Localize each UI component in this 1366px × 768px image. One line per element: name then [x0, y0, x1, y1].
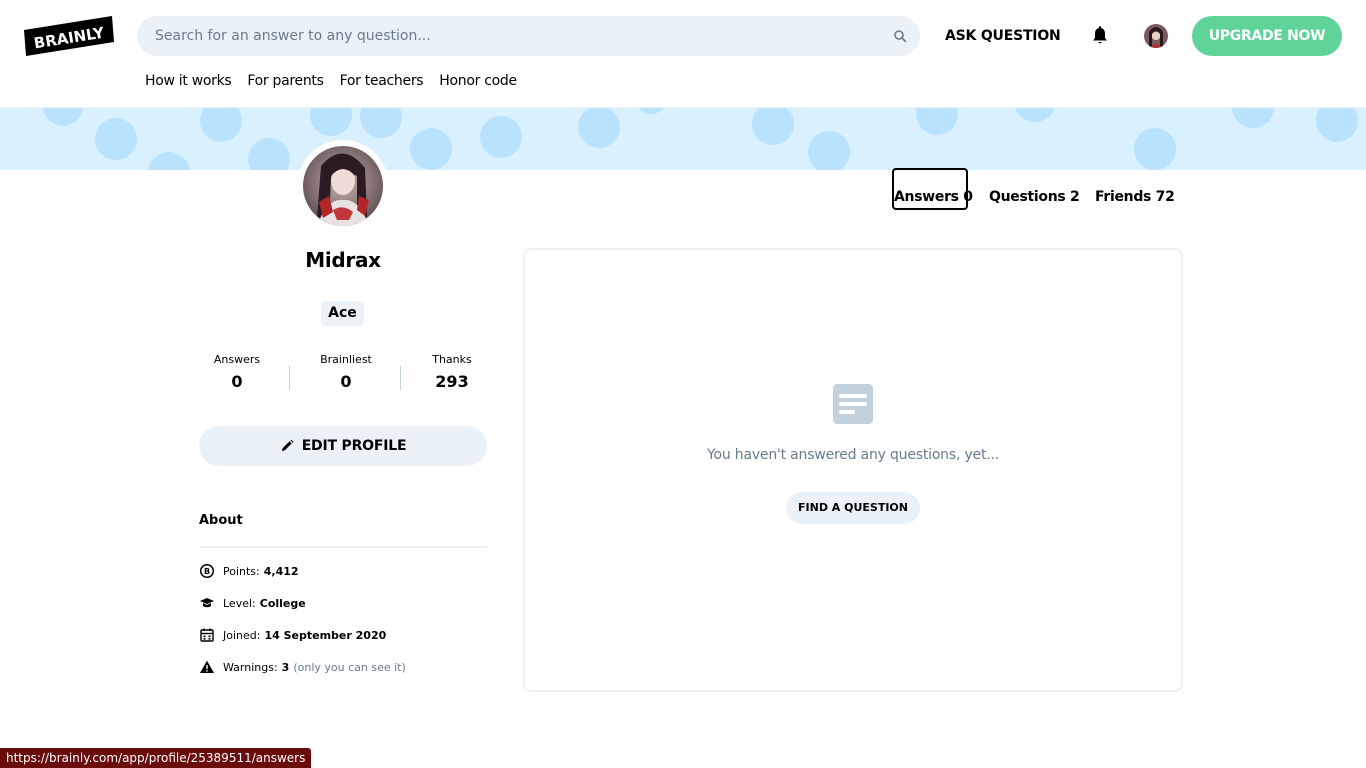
banner-dot	[1134, 128, 1176, 170]
answers-panel	[523, 248, 1183, 692]
banner-dot	[808, 131, 850, 170]
about-joined-row: Joined: 14 September 2020	[199, 626, 386, 644]
svg-text:B: B	[204, 567, 210, 576]
stat-thanks: Thanks 293	[412, 352, 492, 396]
profile-picture-icon	[303, 146, 383, 226]
profile-avatar[interactable]	[303, 146, 383, 226]
tab-questions[interactable]: Questions 2	[989, 186, 1080, 208]
stat-value: 0	[340, 372, 352, 391]
warnings-note: (only you can see it)	[293, 660, 406, 674]
nav-honor-code[interactable]: Honor code	[439, 70, 517, 92]
stat-label: Answers	[213, 353, 261, 366]
user-avatar[interactable]	[1144, 24, 1168, 48]
banner-dot	[578, 108, 620, 148]
stat-label: Brainliest	[320, 353, 372, 366]
pencil-icon	[281, 439, 294, 451]
about-points-row: B Points: 4,412	[199, 562, 299, 580]
warnings-label: Warnings:	[223, 660, 278, 674]
nav-for-teachers[interactable]: For teachers	[340, 70, 424, 92]
about-heading: About	[199, 513, 243, 528]
about-warnings-row: Warnings: 3 (only you can see it)	[199, 658, 406, 676]
rank-badge: Ace	[321, 301, 364, 326]
edit-profile-label: EDIT PROFILE	[301, 438, 407, 454]
banner-dot	[95, 118, 137, 160]
search-icon[interactable]	[893, 29, 907, 43]
level-label: Level:	[223, 596, 256, 610]
empty-answers-icon	[833, 384, 873, 424]
stat-brainliest: Brainliest 0	[306, 352, 386, 396]
stat-value: 293	[435, 372, 469, 391]
secondary-nav: How it works For parents For teachers Ho…	[145, 70, 517, 92]
stat-divider	[400, 366, 401, 390]
banner-dot	[248, 138, 290, 170]
warning-triangle-icon	[200, 660, 214, 673]
about-divider	[199, 546, 487, 548]
banner-dot	[310, 108, 352, 136]
level-value: College	[259, 596, 306, 610]
points-label: Points:	[223, 564, 260, 578]
avatar-image-icon	[1144, 24, 1168, 48]
banner-dot	[480, 116, 522, 158]
search-bar[interactable]	[137, 16, 920, 56]
ask-question-button[interactable]: ASK QUESTION	[945, 24, 1061, 48]
banner-dot	[1316, 108, 1358, 142]
graduation-cap-icon	[200, 598, 214, 608]
stat-value: 0	[231, 372, 243, 391]
edit-profile-button[interactable]: EDIT PROFILE	[199, 426, 487, 466]
profile-username: Midrax	[305, 248, 381, 272]
banner-dot	[148, 152, 190, 170]
top-header: BRAINLY ASK QUESTION UPGRADE NOW How it …	[0, 0, 1366, 108]
warnings-value: 3	[281, 660, 290, 674]
logo-icon: BRAINLY	[24, 16, 114, 56]
empty-state-message: You haven't answered any questions, yet.…	[706, 447, 999, 463]
banner-dot	[410, 128, 452, 170]
banner-dot	[43, 108, 83, 126]
profile-stats: Answers 0 Brainliest 0 Thanks 293	[199, 352, 487, 402]
points-value: 4,412	[263, 564, 299, 578]
banner-dot	[916, 108, 958, 135]
link-status-bar: https://brainly.com/app/profile/25389511…	[0, 748, 312, 768]
find-a-question-button[interactable]: FIND A QUESTION	[786, 492, 920, 524]
tab-friends[interactable]: Friends 72	[1095, 186, 1175, 208]
points-coin-icon: B	[199, 563, 215, 579]
banner-dot	[200, 108, 242, 142]
brainly-logo[interactable]: BRAINLY	[24, 16, 114, 56]
stat-divider	[289, 366, 290, 390]
joined-value: 14 September 2020	[264, 628, 387, 642]
banner-dot	[1014, 108, 1056, 122]
about-level-row: Level: College	[199, 594, 306, 612]
upgrade-now-button[interactable]: UPGRADE NOW	[1192, 16, 1342, 56]
profile-banner	[0, 108, 1366, 170]
tab-answers[interactable]: Answers 0	[894, 186, 973, 208]
banner-dot	[360, 108, 402, 138]
stat-answers: Answers 0	[197, 352, 277, 396]
stat-label: Thanks	[432, 353, 472, 366]
profile-avatar-frame	[297, 140, 389, 232]
calendar-icon	[200, 628, 214, 642]
banner-dot	[752, 108, 794, 145]
nav-for-parents[interactable]: For parents	[247, 70, 324, 92]
joined-label: Joined:	[223, 628, 261, 642]
nav-how-it-works[interactable]: How it works	[145, 70, 232, 92]
banner-dot	[634, 108, 668, 114]
search-input[interactable]	[155, 16, 875, 56]
banner-dot	[1232, 108, 1274, 128]
notifications-bell-icon[interactable]	[1089, 25, 1111, 47]
